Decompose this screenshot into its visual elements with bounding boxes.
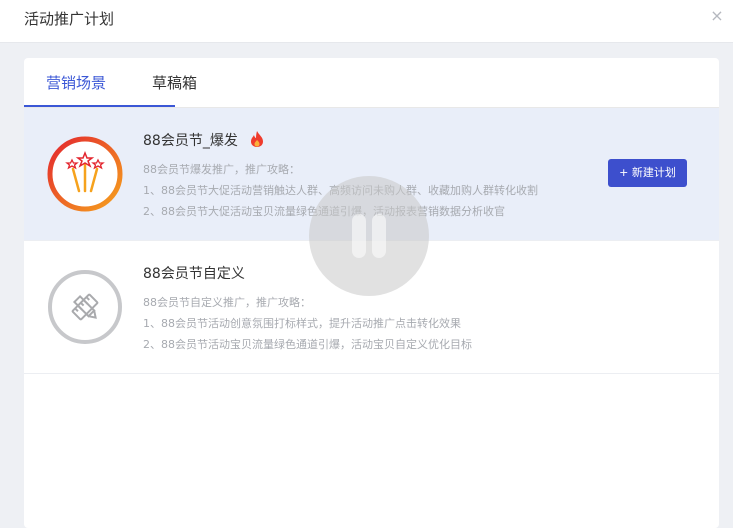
pause-overlay-icon[interactable] bbox=[309, 176, 429, 296]
new-plan-button[interactable]: + 新建计划 bbox=[608, 159, 687, 187]
dialog-header: 活动推广计划 × bbox=[0, 0, 733, 43]
fireworks-icon bbox=[47, 136, 123, 212]
pause-bar bbox=[352, 214, 366, 258]
card-title: 88会员节_爆发 bbox=[143, 130, 264, 150]
card-description: 88会员节爆发推广，推广攻略： bbox=[143, 163, 300, 176]
card-title: 88会员节自定义 bbox=[143, 266, 245, 282]
card-strategy-line: 1、88会员节活动创意氛围打标样式，提升活动推广点击转化效果 bbox=[143, 317, 461, 330]
active-tab-indicator bbox=[24, 105, 175, 107]
tab-drafts[interactable]: 草稿箱 bbox=[152, 72, 197, 93]
flame-icon bbox=[250, 131, 263, 147]
dialog-title: 活动推广计划 bbox=[24, 10, 115, 28]
card-strategy-line: 2、88会员节活动宝贝流量绿色通道引爆，活动宝贝自定义优化目标 bbox=[143, 338, 472, 351]
close-icon[interactable]: × bbox=[707, 6, 727, 26]
tab-marketing-scenes[interactable]: 营销场景 bbox=[46, 72, 106, 93]
pause-bar bbox=[372, 214, 386, 258]
tab-bar: 营销场景 草稿箱 bbox=[24, 58, 719, 108]
pencil-ruler-icon bbox=[48, 270, 122, 344]
card-description: 88会员节自定义推广，推广攻略： bbox=[143, 296, 311, 309]
